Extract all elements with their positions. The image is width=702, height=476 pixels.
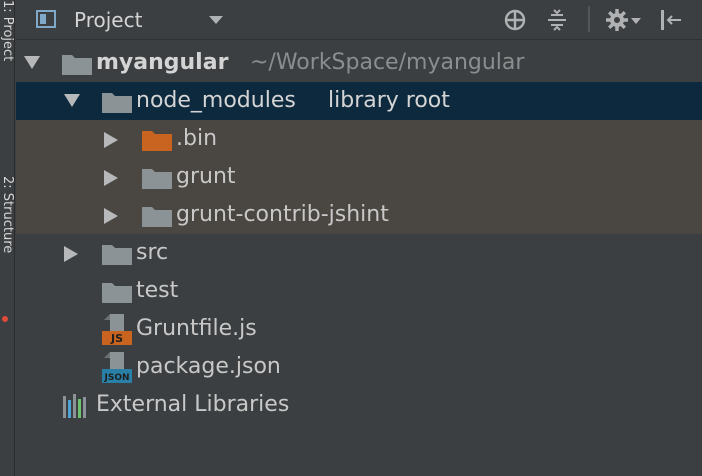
- project-view-icon: [36, 10, 56, 28]
- root-path: ~/WorkSpace/myangular: [250, 50, 525, 75]
- bin-name: .bin: [176, 126, 218, 151]
- src-name: src: [136, 240, 169, 265]
- gear-icon[interactable]: [605, 8, 629, 32]
- json-badge: JSON: [103, 373, 129, 383]
- tree-row-node-modules[interactable]: node_modules library root: [16, 82, 702, 120]
- collapse-arrow-icon[interactable]: [64, 246, 78, 262]
- tree-row-bin[interactable]: .bin: [16, 120, 702, 158]
- folder-icon: [102, 93, 132, 113]
- panel-title[interactable]: Project: [74, 8, 142, 32]
- tree-row-package-json[interactable]: JSON package.json: [16, 348, 702, 386]
- collapse-arrow-icon[interactable]: [104, 208, 118, 224]
- project-panel-header: Project: [16, 0, 702, 40]
- root-name: myangular: [96, 50, 229, 75]
- gear-dropdown-icon[interactable]: [630, 8, 642, 32]
- node-modules-name: node_modules: [136, 88, 296, 113]
- json-file-icon: JSON: [102, 352, 132, 383]
- folder-icon: [142, 207, 172, 227]
- folder-icon: [102, 283, 132, 303]
- external-libraries-name: External Libraries: [96, 392, 290, 417]
- folder-icon: [102, 245, 132, 265]
- left-tool-strip: 1: Project 2: Structure: [0, 0, 15, 476]
- tree-row-external-libraries[interactable]: External Libraries: [16, 386, 702, 424]
- grunt-contrib-name: grunt-contrib-jshint: [176, 202, 389, 227]
- grunt-name: grunt: [176, 164, 236, 189]
- tree-row-gruntfile[interactable]: JS Gruntfile.js: [16, 310, 702, 348]
- side-tab-structure[interactable]: 2: Structure: [0, 176, 14, 326]
- js-badge: JS: [110, 332, 123, 345]
- gruntfile-name: Gruntfile.js: [136, 316, 257, 341]
- hide-panel-icon[interactable]: [659, 8, 683, 32]
- side-tab-indicator: [2, 316, 8, 322]
- tree-row-grunt[interactable]: grunt: [16, 158, 702, 196]
- expand-arrow-icon[interactable]: [64, 94, 80, 107]
- collapse-arrow-icon[interactable]: [104, 170, 118, 186]
- crosshair-icon[interactable]: [503, 8, 527, 32]
- tree-row-grunt-contrib-jshint[interactable]: grunt-contrib-jshint: [16, 196, 702, 234]
- tree-row-src[interactable]: src: [16, 234, 702, 272]
- folder-icon: [62, 55, 92, 75]
- toolbar-separator: [588, 6, 590, 32]
- collapse-arrow-icon[interactable]: [104, 132, 118, 148]
- libraries-icon: [63, 394, 86, 418]
- side-tab-project[interactable]: 1: Project: [0, 0, 14, 140]
- tree-row-root[interactable]: myangular ~/WorkSpace/myangular: [16, 44, 702, 82]
- project-tree: myangular ~/WorkSpace/myangular node_mod…: [16, 44, 702, 424]
- folder-icon: [142, 169, 172, 189]
- js-file-icon: JS: [102, 314, 132, 345]
- collapse-all-icon[interactable]: [545, 8, 569, 32]
- view-dropdown-icon[interactable]: [209, 16, 223, 24]
- tree-row-test[interactable]: test: [16, 272, 702, 310]
- library-root-tag: library root: [328, 88, 450, 113]
- excluded-folder-icon: [142, 131, 172, 151]
- test-name: test: [136, 278, 179, 303]
- expand-arrow-icon[interactable]: [24, 56, 40, 69]
- package-json-name: package.json: [136, 354, 281, 379]
